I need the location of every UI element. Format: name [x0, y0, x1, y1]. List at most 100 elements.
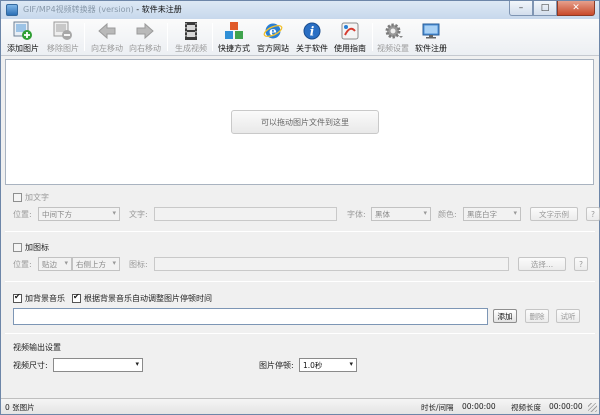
video-length-label: 视频长度: [511, 403, 541, 412]
monitor-icon: [421, 21, 441, 41]
video-settings-label: 视频设置: [377, 44, 409, 53]
icon-edge-select[interactable]: 贴边: [38, 257, 72, 271]
remove-image-icon: [53, 21, 73, 41]
arrow-left-icon: [97, 21, 117, 41]
add-icon-checkbox[interactable]: [13, 243, 22, 252]
toolbar: 添加图片 移除图片 向左移动 向右移动 生成视频 快捷方式 e 官方网站 i 关…: [1, 19, 599, 56]
video-size-label: 视频尺寸:: [13, 360, 48, 370]
add-image-icon: [13, 21, 33, 41]
icon-options-row: 位置: 贴边 右侧上方 图标: 选择... ?: [13, 257, 588, 271]
section-divider: [5, 231, 595, 232]
music-delete-button[interactable]: 删除: [525, 309, 549, 323]
resize-grip[interactable]: [588, 403, 597, 412]
icon-help-button[interactable]: ?: [574, 257, 588, 271]
music-listen-button[interactable]: 试听: [556, 309, 580, 323]
pause-row: 图片停顿: 1.0秒: [259, 358, 357, 372]
font-select[interactable]: 黑体: [371, 207, 431, 221]
ie-icon: e: [263, 21, 283, 41]
text-help-button[interactable]: ?: [586, 207, 600, 221]
auto-pause-checkbox[interactable]: [72, 292, 81, 303]
auto-pause-toggle[interactable]: 根据背景音乐自动调整图片停顿时间: [72, 292, 212, 304]
window-title: GIF/MP4视频转换器 (version) - 软件未注册: [23, 4, 182, 15]
duration-label: 时长/间隔: [421, 403, 454, 412]
status-bar: 0 张图片 时长/间隔 00:00:00 视频长度 00:00:00: [1, 398, 599, 414]
maximize-button[interactable]: □: [533, 1, 557, 16]
video-length-value: 00:00:00: [549, 402, 583, 411]
guide-label: 使用指南: [334, 44, 366, 53]
music-add-button[interactable]: 添加: [493, 309, 517, 323]
toolbar-separator: [84, 23, 85, 51]
color-label: 颜色:: [438, 209, 457, 219]
guide-icon: [340, 21, 360, 41]
music-buttons: 添加 删除 试听: [493, 309, 580, 323]
text-content-input[interactable]: [154, 207, 337, 221]
official-site-button[interactable]: e 官方网站: [257, 21, 289, 54]
title-bar[interactable]: GIF/MP4视频转换器 (version) - 软件未注册 – □ ✕: [1, 1, 599, 19]
app-icon: [6, 4, 18, 16]
output-heading: 视频输出设置: [13, 342, 61, 353]
window-controls: – □ ✕: [509, 1, 595, 17]
film-icon: [181, 21, 201, 41]
remove-image-label: 移除图片: [47, 44, 79, 53]
text-sample-button[interactable]: 文字示例: [530, 207, 578, 221]
section-divider: [5, 333, 595, 334]
move-left-button[interactable]: 向左移动: [91, 21, 123, 54]
guide-button[interactable]: 使用指南: [334, 21, 366, 54]
about-label: 关于软件: [296, 44, 328, 53]
move-right-button[interactable]: 向右移动: [129, 21, 161, 54]
arrow-right-icon: [135, 21, 155, 41]
output-heading-label: 视频输出设置: [13, 343, 61, 352]
add-text-label: 加文字: [25, 193, 49, 202]
move-right-label: 向右移动: [129, 44, 161, 53]
add-text-toggle[interactable]: 加文字: [13, 192, 49, 203]
auto-pause-label: 根据背景音乐自动调整图片停顿时间: [84, 294, 212, 303]
info-icon: i: [302, 21, 322, 41]
video-size-row: 视频尺寸:: [13, 358, 143, 372]
shortcut-button[interactable]: 快捷方式: [218, 21, 250, 54]
shortcut-label: 快捷方式: [218, 44, 250, 53]
video-size-select[interactable]: [53, 358, 143, 372]
image-drop-area[interactable]: 可以拖动图片文件到这里: [5, 59, 594, 185]
icon-position-select[interactable]: 右侧上方: [72, 257, 120, 271]
cubes-icon: [224, 21, 244, 41]
icon-file-label: 图标:: [129, 259, 148, 269]
add-text-checkbox[interactable]: [13, 193, 22, 202]
music-file-input[interactable]: [13, 308, 488, 325]
generate-video-label: 生成视频: [175, 44, 207, 53]
minimize-button[interactable]: –: [509, 1, 533, 16]
window-title-prefix: GIF/MP4视频转换器 (version): [23, 5, 134, 14]
font-label: 字体:: [347, 209, 366, 219]
gear-icon: [383, 21, 403, 41]
toolbar-separator: [212, 23, 213, 51]
text-options-row: 位置: 中间下方 文字: 字体: 黑体 颜色: 黑底白字 文字示例 ?: [13, 207, 600, 221]
about-button[interactable]: i 关于软件: [296, 21, 328, 54]
pause-select[interactable]: 1.0秒: [299, 358, 357, 372]
app-window: GIF/MP4视频转换器 (version) - 软件未注册 – □ ✕ 添加图…: [0, 0, 600, 415]
move-left-label: 向左移动: [91, 44, 123, 53]
remove-image-button[interactable]: 移除图片: [47, 21, 79, 54]
generate-video-button[interactable]: 生成视频: [175, 21, 207, 54]
text-content-label: 文字:: [129, 209, 148, 219]
icon-select-button[interactable]: 选择...: [518, 257, 566, 271]
register-label: 软件注册: [415, 44, 447, 53]
official-site-label: 官方网站: [257, 44, 289, 53]
color-select[interactable]: 黑底白字: [463, 207, 521, 221]
bg-music-checkbox[interactable]: [13, 292, 22, 303]
register-button[interactable]: 软件注册: [415, 21, 447, 54]
bg-music-label: 加背景音乐: [25, 294, 65, 303]
bg-music-toggle[interactable]: 加背景音乐: [13, 292, 65, 304]
image-count: 0 张图片: [5, 403, 35, 412]
icon-file-input[interactable]: [154, 257, 509, 271]
svg-text:i: i: [310, 25, 315, 39]
duration-value: 00:00:00: [462, 402, 496, 411]
add-image-label: 添加图片: [7, 44, 39, 53]
close-button[interactable]: ✕: [557, 1, 595, 16]
icon-position-label: 位置:: [13, 259, 32, 269]
video-settings-button[interactable]: 视频设置: [377, 21, 409, 54]
add-image-button[interactable]: 添加图片: [7, 21, 39, 54]
window-title-suffix: - 软件未注册: [133, 5, 182, 14]
add-icon-toggle[interactable]: 加图标: [13, 242, 49, 253]
text-position-select[interactable]: 中间下方: [38, 207, 120, 221]
drop-hint: 可以拖动图片文件到这里: [231, 110, 379, 134]
toolbar-separator: [372, 23, 373, 51]
